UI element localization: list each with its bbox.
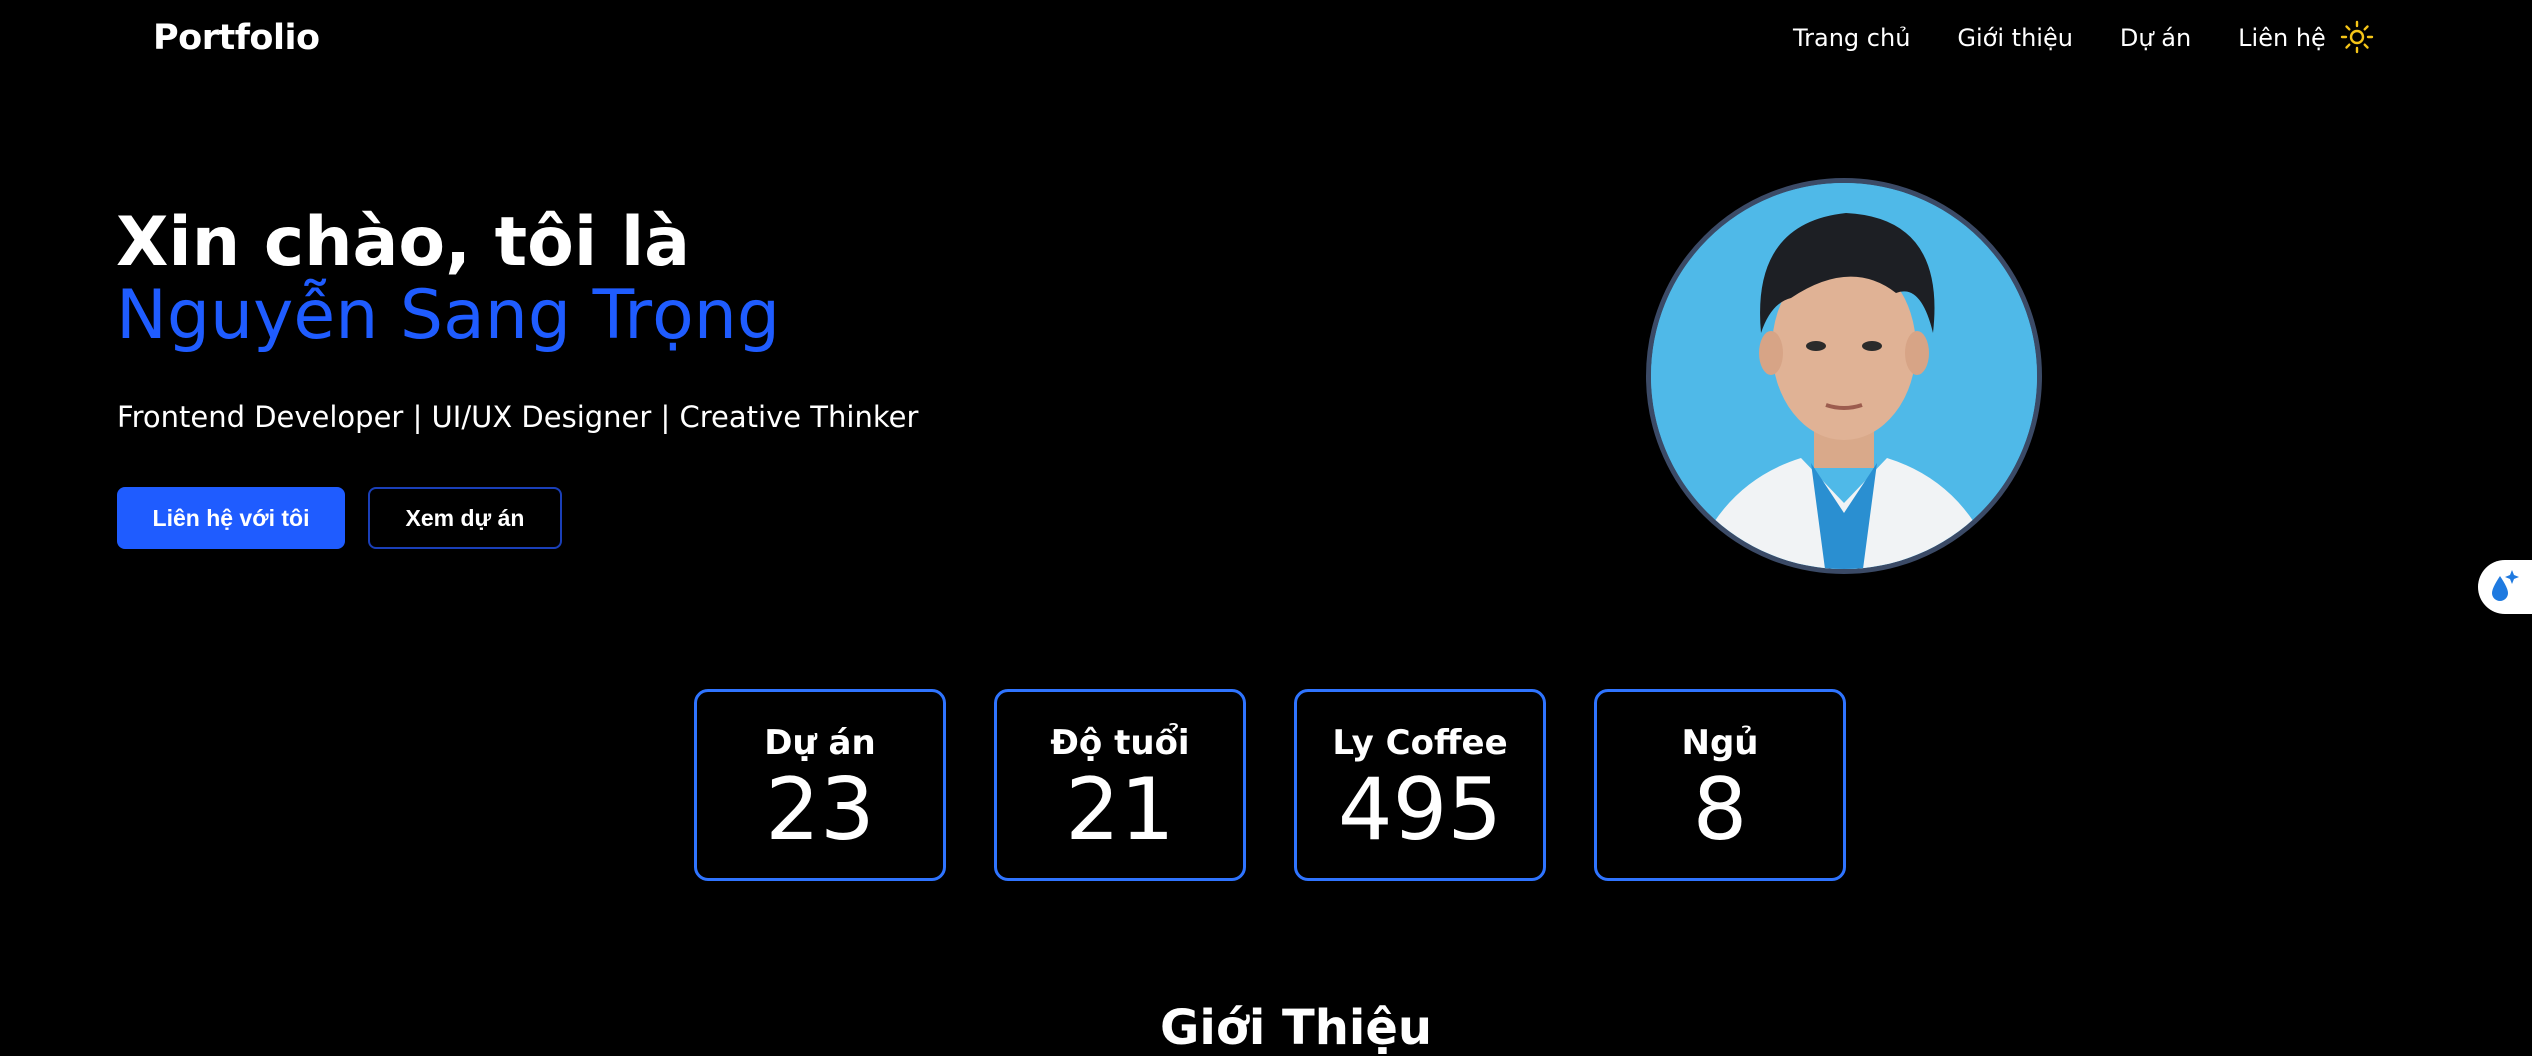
hero-greeting: Xin chào, tôi là: [116, 203, 691, 282]
nav-link-contact[interactable]: Liên hệ: [2238, 24, 2326, 52]
stat-label: Dự án: [764, 723, 876, 763]
stat-value: 8: [1692, 760, 1748, 860]
stat-card-sleep: Ngủ 8: [1594, 689, 1846, 881]
hero-subtitle: Frontend Developer | UI/UX Designer | Cr…: [117, 400, 919, 434]
stat-value: 23: [765, 760, 875, 860]
brand-logo[interactable]: Portfolio: [153, 18, 320, 58]
stat-label: Ly Coffee: [1332, 723, 1508, 763]
stat-label: Độ tuổi: [1050, 723, 1190, 763]
nav-link-about[interactable]: Giới thiệu: [1957, 24, 2073, 52]
contact-me-button[interactable]: Liên hệ với tôi: [117, 487, 345, 549]
navbar: Portfolio Trang chủ Giới thiệu Dự án Liê…: [0, 0, 2532, 80]
stat-value: 21: [1065, 760, 1175, 860]
nav-links: Trang chủ Giới thiệu Dự án Liên hệ: [1793, 24, 2373, 52]
nav-link-home[interactable]: Trang chủ: [1793, 24, 1910, 52]
stat-label: Ngủ: [1681, 723, 1759, 763]
view-projects-button[interactable]: Xem dự án: [368, 487, 562, 549]
stat-card-age: Độ tuổi 21: [994, 689, 1246, 881]
profile-photo: [1651, 183, 2037, 569]
profile-avatar: [1646, 178, 2042, 574]
stat-value: 495: [1337, 760, 1503, 860]
sun-icon: [2340, 20, 2374, 54]
water-drop-sparkle-icon: [2492, 570, 2519, 601]
floating-widget-button[interactable]: [2478, 560, 2532, 614]
stat-card-coffee: Ly Coffee 495: [1294, 689, 1546, 881]
about-section-title: Giới Thiệu: [1160, 1000, 1433, 1056]
nav-link-projects[interactable]: Dự án: [2120, 24, 2191, 52]
stat-card-projects: Dự án 23: [694, 689, 946, 881]
hero-name: Nguyễn Sang Trọng: [116, 276, 780, 355]
theme-toggle-button[interactable]: [2340, 20, 2374, 54]
